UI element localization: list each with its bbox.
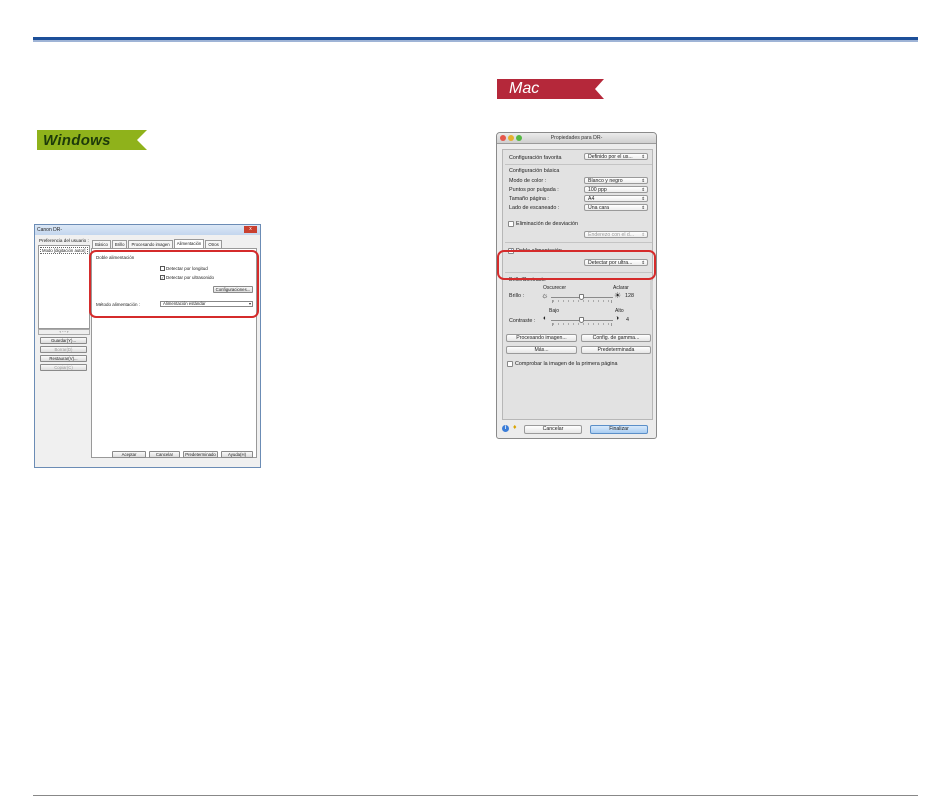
horizontal-scrollbar[interactable]: ‹ ··· › [38, 329, 90, 335]
tab-image-processing[interactable]: Procesando imagen [128, 240, 173, 248]
more-button[interactable]: Más... [506, 346, 577, 354]
contrast-low-icon: ◐ [543, 315, 548, 322]
dpi-label: Puntos por pulgada : [509, 187, 559, 193]
sun-dim-icon: ☼ [541, 291, 549, 300]
divider [505, 242, 652, 243]
page-size-label: Tamaño página : [509, 196, 549, 202]
mac-dialog-title: Propiedades para DR- [550, 135, 603, 141]
delete-button[interactable]: Borrar(D) [40, 346, 87, 353]
help-button[interactable]: Ayuda(H) [221, 451, 253, 458]
color-mode-label: Modo de color : [509, 178, 547, 184]
deskew-label: Eliminación de desviación [516, 221, 579, 227]
mac-dialog: Propiedades para DR- Configuración favor… [496, 132, 657, 439]
mac-dialog-titlebar: Propiedades para DR- [497, 133, 656, 144]
list-item[interactable]: Modo [digitación autor] [40, 247, 88, 254]
color-mode-popup[interactable]: Blanco y negro [584, 177, 648, 184]
favorite-settings-label: Configuración favorita [509, 155, 562, 161]
accept-button[interactable]: Aceptar [112, 451, 146, 458]
cancel-button[interactable]: Cancelar [149, 451, 180, 458]
low-label: Bajo [549, 308, 560, 314]
vertical-scrollbar[interactable] [650, 280, 653, 310]
default-button[interactable]: Predeterminado [183, 451, 218, 458]
contrast-value: 4 [626, 317, 629, 323]
windows-badge: Windows [37, 130, 147, 150]
mac-badge-label: Mac [509, 80, 540, 97]
info-icon[interactable]: i [502, 425, 509, 432]
mac-badge: Mac [497, 79, 604, 99]
tab-basic[interactable]: Básico [92, 240, 111, 248]
tip-bulb-icon[interactable]: ♦ [513, 424, 517, 431]
contrast-ticks [552, 323, 612, 325]
sun-bright-icon: ☀ [614, 291, 622, 300]
check-first-page-checkbox[interactable]: Comprobar la imagen de la primera página [507, 361, 617, 367]
brightness-label: Brillo : [509, 293, 524, 299]
brightness-ticks [552, 300, 612, 302]
deskew-popup[interactable]: Enderezo con el d... [584, 231, 648, 238]
high-label: Alto [615, 308, 624, 314]
double-feed-highlight-windows [89, 250, 259, 318]
windows-dialog-title: Canon DR- [37, 227, 63, 233]
contrast-high-icon: ◑ [615, 315, 620, 322]
settings-panel: Configuración favorita Definido por el u… [502, 149, 653, 420]
tab-others[interactable]: Otros [205, 240, 222, 248]
gamma-settings-button[interactable]: Config. de gamma... [581, 334, 651, 342]
header-rule [33, 37, 918, 42]
user-preference-panel: Preferencia del usuario : Modo [digitaci… [38, 238, 90, 466]
close-icon[interactable]: x [244, 226, 257, 233]
contrast-label: Contraste : [509, 318, 536, 324]
dialog-button-row: Aceptar Cancelar Predeterminado Ayuda(H) [109, 451, 253, 458]
scanning-side-label: Lado de escaneado : [509, 205, 560, 211]
check-first-page-label: Comprobar la imagen de la primera página [515, 361, 618, 367]
restore-button[interactable]: Restaurar(V)... [40, 355, 87, 362]
scanning-side-popup[interactable]: Una cara [584, 204, 648, 211]
close-button-icon[interactable] [500, 135, 506, 141]
checkbox-icon [508, 221, 514, 227]
copy-button[interactable]: Copiar(C) [40, 364, 87, 371]
page-size-popup[interactable]: A4 [584, 195, 648, 202]
user-preference-label: Preferencia del usuario : [39, 238, 89, 243]
basic-settings-header: Configuración básica [509, 168, 560, 174]
footer-rule [33, 795, 918, 796]
favorite-settings-popup[interactable]: Definido por el us... [584, 153, 648, 160]
dpi-popup[interactable]: 100 ppp [584, 186, 648, 193]
deskew-checkbox[interactable]: Eliminación de desviación [508, 221, 578, 227]
finish-button[interactable]: Finalizar [590, 425, 648, 434]
checkbox-icon [507, 361, 513, 367]
divider [505, 164, 652, 165]
image-processing-button[interactable]: Procesando imagen... [506, 334, 577, 342]
windows-dialog-titlebar: Canon DR- [35, 225, 260, 235]
tab-brightness[interactable]: Brillo [111, 240, 128, 248]
minimize-button-icon[interactable] [508, 135, 514, 141]
double-feed-highlight-mac [497, 250, 656, 280]
zoom-button-icon[interactable] [516, 135, 522, 141]
default-button[interactable]: Predeterminada [581, 346, 651, 354]
user-preference-list[interactable]: Modo [digitación autor] [38, 245, 90, 329]
tab-feeding[interactable]: Alimentación [173, 239, 205, 248]
save-button[interactable]: Guardar(Y)... [40, 337, 87, 344]
windows-badge-label: Windows [43, 131, 111, 149]
cancel-button[interactable]: Cancelar [524, 425, 582, 434]
brightness-value: 128 [625, 293, 634, 299]
